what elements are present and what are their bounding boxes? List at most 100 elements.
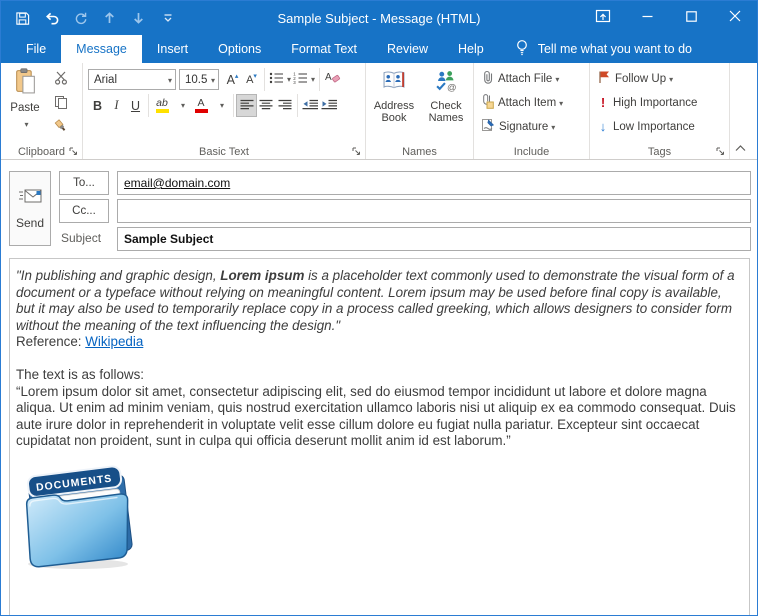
check-names-label-line1: Check xyxy=(430,100,461,113)
align-right-button[interactable] xyxy=(275,95,294,116)
address-book-button[interactable]: Address Book xyxy=(369,66,419,143)
highlight-color-bar xyxy=(156,109,169,113)
move-up-button[interactable] xyxy=(96,5,123,32)
redo-icon xyxy=(73,11,88,26)
tags-dialog-launcher[interactable] xyxy=(715,146,726,157)
font-color-button[interactable]: A xyxy=(191,95,211,116)
basic-text-group-label: Basic Text xyxy=(83,146,365,158)
address-book-icon xyxy=(381,70,407,100)
attach-item-button[interactable]: Attach Item xyxy=(477,92,587,113)
tab-insert[interactable]: Insert xyxy=(142,35,203,63)
tab-review[interactable]: Review xyxy=(372,35,443,63)
highlight-dropdown[interactable] xyxy=(172,95,191,116)
quote-paragraph: "In publishing and graphic design, Lorem… xyxy=(16,268,741,334)
flag-icon xyxy=(598,70,610,87)
tab-message[interactable]: Message xyxy=(61,35,142,63)
font-color-dropdown[interactable] xyxy=(211,95,230,116)
wikipedia-link[interactable]: Wikipedia xyxy=(85,334,143,349)
customize-quick-access-button[interactable] xyxy=(154,5,181,32)
svg-text:@: @ xyxy=(447,81,457,92)
divider xyxy=(297,94,298,117)
high-importance-button[interactable]: ! High Importance xyxy=(593,92,727,113)
check-names-button[interactable]: @ Check Names xyxy=(421,66,471,143)
subject-input[interactable] xyxy=(117,227,751,251)
text-highlight-button[interactable]: ab xyxy=(152,95,172,116)
clear-formatting-button[interactable]: A xyxy=(323,69,342,90)
font-color-glyph: A xyxy=(197,98,204,108)
grow-font-button[interactable]: A▴ xyxy=(223,69,242,90)
underline-button[interactable]: U xyxy=(126,95,145,116)
basic-text-row-1: Arial 10.5 A▴ A▾ 123 xyxy=(88,67,363,92)
save-button[interactable] xyxy=(9,5,36,32)
send-button[interactable]: Send xyxy=(9,171,51,246)
font-name-combo[interactable]: Arial xyxy=(88,69,176,90)
message-body[interactable]: "In publishing and graphic design, Lorem… xyxy=(9,258,750,615)
close-button[interactable] xyxy=(713,1,757,35)
decrease-indent-button[interactable] xyxy=(301,95,320,116)
tab-options[interactable]: Options xyxy=(203,35,276,63)
format-painter-button[interactable] xyxy=(50,118,72,138)
title-bar: Sample Subject - Message (HTML) xyxy=(1,1,757,35)
paste-button[interactable]: Paste xyxy=(4,66,46,143)
attachment-area: DOCUMENTS xyxy=(18,458,741,575)
tab-format-text[interactable]: Format Text xyxy=(276,35,372,63)
attach-file-button[interactable]: Attach File xyxy=(477,68,587,89)
copy-button[interactable] xyxy=(50,94,72,114)
font-size-combo[interactable]: 10.5 xyxy=(179,69,219,90)
increase-indent-icon xyxy=(321,97,338,115)
minimize-button[interactable] xyxy=(625,1,669,35)
low-importance-button[interactable]: ↓ Low Importance xyxy=(593,116,727,137)
paste-label: Paste xyxy=(10,102,39,114)
bold-button[interactable]: B xyxy=(88,95,107,116)
divider xyxy=(233,94,234,117)
align-right-icon xyxy=(278,97,292,115)
align-left-button[interactable] xyxy=(237,95,256,116)
clipboard-dialog-launcher[interactable] xyxy=(68,146,79,157)
maximize-icon xyxy=(686,9,697,27)
names-group-label: Names xyxy=(366,146,473,158)
send-envelope-icon xyxy=(18,188,43,207)
collapse-ribbon-button[interactable] xyxy=(732,141,748,155)
tab-file[interactable]: File xyxy=(11,35,61,63)
cc-input[interactable] xyxy=(117,199,751,223)
cut-button[interactable] xyxy=(50,70,72,90)
reference-label: Reference: xyxy=(16,334,85,349)
increase-indent-button[interactable] xyxy=(320,95,339,116)
high-importance-icon: ! xyxy=(598,95,608,110)
tell-me-box[interactable]: Tell me what you want to do xyxy=(515,35,692,63)
tags-group-label: Tags xyxy=(590,146,729,158)
bullets-icon xyxy=(269,71,284,89)
blank-line xyxy=(16,351,741,368)
numbering-button[interactable]: 123 xyxy=(292,69,316,90)
bullets-button[interactable] xyxy=(268,69,292,90)
follow-up-button[interactable]: Follow Up xyxy=(593,68,727,89)
message-header: Send To... Cc... Subject xyxy=(1,160,757,258)
align-center-button[interactable] xyxy=(256,95,275,116)
underline-glyph: U xyxy=(131,99,140,113)
outlook-message-window: Sample Subject - Message (HTML) File Mes… xyxy=(0,0,758,616)
chevron-up-icon xyxy=(735,139,746,157)
quote-bold-term: Lorem ipsum xyxy=(220,268,304,283)
clear-formatting-icon: A xyxy=(325,70,341,89)
quick-access-toolbar xyxy=(9,5,181,32)
save-icon xyxy=(15,11,30,26)
ribbon-display-options-button[interactable] xyxy=(581,1,625,35)
documents-folder-icon[interactable]: DOCUMENTS xyxy=(18,557,138,574)
italic-glyph: I xyxy=(114,98,118,113)
tab-help[interactable]: Help xyxy=(443,35,499,63)
to-button[interactable]: To... xyxy=(59,171,109,195)
move-down-button[interactable] xyxy=(125,5,152,32)
redo-button[interactable] xyxy=(67,5,94,32)
copy-icon xyxy=(54,95,68,114)
shrink-font-button[interactable]: A▾ xyxy=(242,69,261,90)
basic-text-dialog-launcher[interactable] xyxy=(351,146,362,157)
maximize-button[interactable] xyxy=(669,1,713,35)
italic-button[interactable]: I xyxy=(107,95,126,116)
cc-button[interactable]: Cc... xyxy=(59,199,109,223)
cut-icon xyxy=(54,71,68,90)
paperclip-icon xyxy=(481,70,494,88)
signature-button[interactable]: Signature xyxy=(477,116,587,137)
undo-button[interactable] xyxy=(38,5,65,32)
to-input[interactable] xyxy=(117,171,751,195)
divider xyxy=(264,68,265,91)
